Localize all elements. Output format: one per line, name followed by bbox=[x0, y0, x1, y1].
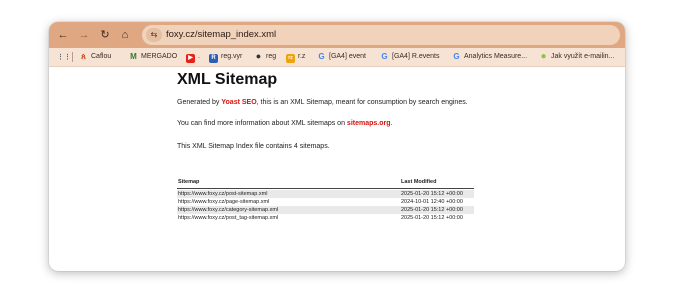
last-modified-cell: 2025-01-20 15:12 +00:00 bbox=[401, 215, 463, 221]
browser-toolbar: ← → ↻ ⌂ ⇆ foxy.cz/sitemap_index.xml bbox=[49, 22, 625, 48]
bookmark-separator bbox=[72, 52, 73, 62]
forward-icon[interactable]: → bbox=[76, 27, 92, 43]
bookmark-caflou[interactable]: ጰ Caflou bbox=[79, 51, 111, 63]
bookmark-label: r.z bbox=[298, 53, 306, 60]
bookmark-ga4-revents[interactable]: G [GA4] R.events bbox=[380, 51, 439, 63]
site-info-icon[interactable]: ⇆ bbox=[146, 28, 162, 42]
bookmarks-bar: ⋮⋮ ጰ Caflou M MERGADO ▶. Rreg.vyr ● reg rz r… bbox=[49, 48, 625, 67]
table-row: https://www.foxy.cz/post_tag-sitemap.xml… bbox=[177, 214, 474, 222]
more-info-text: You can find more information about XML … bbox=[177, 119, 392, 129]
page-content: XML Sitemap Generated by Yoast SEO, this… bbox=[49, 67, 625, 271]
url-text[interactable]: foxy.cz/sitemap_index.xml bbox=[166, 28, 276, 42]
bookmark-label: reg bbox=[266, 53, 277, 60]
bookmark-label: [GA4] R.events bbox=[392, 53, 440, 60]
generated-post: , this is an XML Sitemap, meant for cons… bbox=[256, 99, 468, 106]
column-header-last-modified: Last Modified bbox=[401, 179, 437, 185]
last-modified-cell: 2025-01-20 15:12 +00:00 bbox=[401, 191, 463, 197]
bookmark-label: [GA4] event bbox=[329, 53, 366, 60]
page-title: XML Sitemap bbox=[177, 71, 278, 88]
r-icon: R bbox=[209, 54, 218, 63]
bookmark-reg-vyr[interactable]: Rreg.vyr bbox=[209, 51, 242, 63]
info-pre: You can find more information about XML … bbox=[177, 120, 347, 127]
bookmark-ga4-event[interactable]: G [GA4] event bbox=[317, 51, 366, 63]
info-post: . bbox=[390, 120, 393, 127]
sitemap-link[interactable]: https://www.foxy.cz/category-sitemap.xml bbox=[178, 206, 278, 214]
bookmark-rz[interactable]: rz r.z bbox=[286, 51, 305, 63]
apps-button[interactable]: ⋮⋮ bbox=[57, 51, 71, 63]
bookmark-label: Caflou bbox=[91, 53, 112, 60]
address-bar[interactable]: ⇆ foxy.cz/sitemap_index.xml bbox=[142, 25, 620, 45]
google-icon: G bbox=[318, 52, 325, 61]
table-row: https://www.foxy.cz/category-sitemap.xml… bbox=[177, 206, 474, 214]
google-icon: G bbox=[381, 52, 388, 61]
table-row: https://www.foxy.cz/post-sitemap.xml 202… bbox=[177, 190, 474, 198]
generated-by-text: Generated by Yoast SEO, this is an XML S… bbox=[177, 98, 468, 108]
last-modified-cell: 2025-01-20 15:12 +00:00 bbox=[401, 207, 463, 213]
bookmark-label: Jak využít e-mailin... bbox=[551, 53, 615, 60]
browser-window: ← → ↻ ⌂ ⇆ foxy.cz/sitemap_index.xml ⋮⋮ ጰ… bbox=[49, 22, 625, 271]
caflou-icon: ጰ bbox=[81, 52, 86, 61]
home-icon[interactable]: ⌂ bbox=[117, 27, 133, 43]
bookmark-jak-vyuzit[interactable]: ● Jak využít e-mailin... bbox=[539, 51, 614, 63]
sitemap-link[interactable]: https://www.foxy.cz/post_tag-sitemap.xml bbox=[178, 214, 278, 222]
sitemap-link[interactable]: https://www.foxy.cz/page-sitemap.xml bbox=[178, 198, 269, 206]
last-modified-cell: 2024-10-01 12:40 +00:00 bbox=[401, 199, 463, 205]
sitemaps-org-link[interactable]: sitemaps.org bbox=[347, 120, 391, 127]
youtube-icon: ▶ bbox=[186, 54, 195, 63]
reload-icon[interactable]: ↻ bbox=[97, 27, 113, 43]
sitemap-link[interactable]: https://www.foxy.cz/post-sitemap.xml bbox=[178, 190, 267, 198]
bookmark-analytics-measure[interactable]: G Analytics Measure... bbox=[452, 51, 527, 63]
sitemap-count-text: This XML Sitemap Index file contains 4 s… bbox=[177, 143, 330, 150]
mergado-icon: M bbox=[130, 52, 137, 61]
rz-icon: rz bbox=[286, 54, 295, 63]
back-icon[interactable]: ← bbox=[55, 27, 71, 43]
bookmark-label: reg.vyr bbox=[221, 53, 243, 60]
generated-pre: Generated by bbox=[177, 99, 222, 106]
bookmark-youtube[interactable]: ▶. bbox=[186, 51, 200, 63]
header-divider bbox=[177, 188, 474, 189]
bookmark-mergado[interactable]: M MERGADO bbox=[129, 51, 177, 63]
bookmark-label: Analytics Measure... bbox=[464, 53, 528, 60]
bookmark-label: . bbox=[198, 53, 200, 60]
globe-icon: ● bbox=[255, 51, 262, 61]
bookmark-label: MERGADO bbox=[141, 53, 178, 60]
column-header-sitemap: Sitemap bbox=[178, 179, 200, 185]
bookmark-reg[interactable]: ● reg bbox=[254, 51, 276, 63]
yoast-seo-link[interactable]: Yoast SEO bbox=[221, 99, 256, 106]
apps-icon: ⋮⋮ bbox=[57, 54, 71, 61]
table-row: https://www.foxy.cz/page-sitemap.xml 202… bbox=[177, 198, 474, 206]
leaf-icon: ● bbox=[540, 51, 547, 62]
google-icon: G bbox=[453, 52, 460, 61]
